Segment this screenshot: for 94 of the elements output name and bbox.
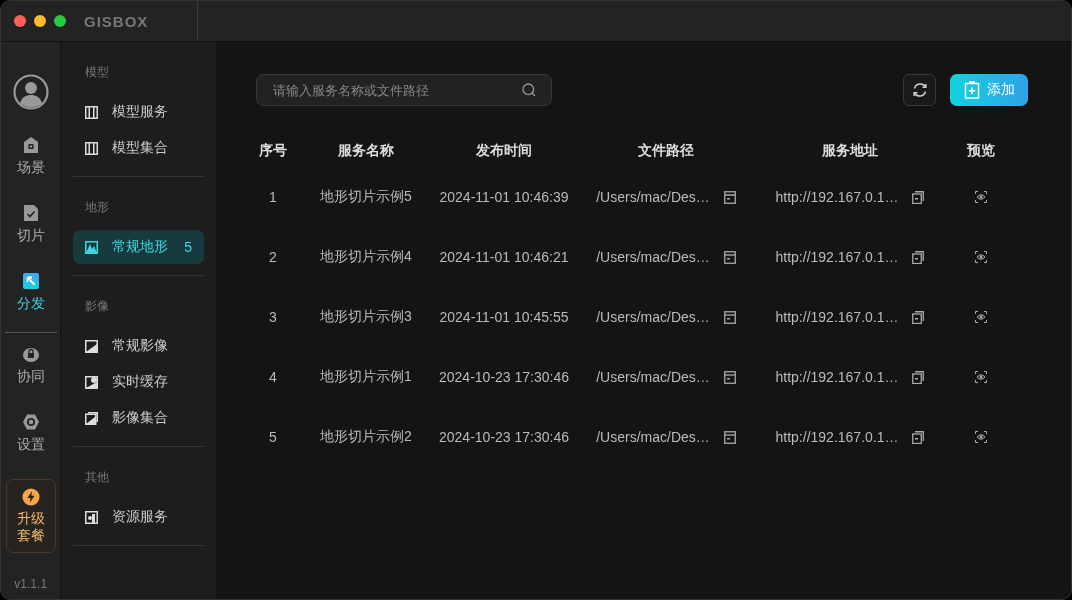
service-address: http://192.167.0.1… <box>775 429 899 445</box>
close-button[interactable] <box>14 15 26 27</box>
service-address: http://192.167.0.1… <box>775 189 899 205</box>
column-header: 文件路径 <box>637 140 695 160</box>
item-label: 常规影像 <box>112 337 170 355</box>
copy-icon[interactable] <box>912 430 925 444</box>
item-label: 模型服务 <box>112 103 170 121</box>
preview-icon[interactable] <box>975 371 987 383</box>
table-cell-text: 2 <box>268 248 278 267</box>
file-path: /Users/mac/Des… <box>596 369 710 385</box>
search-icon <box>522 83 536 97</box>
nav-item[interactable]: 切片 <box>16 204 45 264</box>
sidebar-item[interactable]: 资源服务 <box>73 500 204 534</box>
preview-icon[interactable] <box>975 431 987 443</box>
sidebar-item[interactable]: 常规地形 5 <box>73 230 204 264</box>
version-label: v1.1.1 <box>14 577 48 591</box>
table-cell-text: 3 <box>268 308 278 327</box>
item-label: 模型集合 <box>112 139 170 157</box>
resource-icon <box>85 510 99 524</box>
mountain-icon <box>85 240 99 254</box>
sidebar-item[interactable]: 影像集合 <box>73 401 204 435</box>
file-icon[interactable] <box>723 370 736 384</box>
table-cell-text: 5 <box>268 428 278 447</box>
copy-icon[interactable] <box>912 250 925 264</box>
stacked-images-icon <box>85 411 99 425</box>
copy-icon[interactable] <box>912 370 925 384</box>
preview-icon[interactable] <box>975 311 987 323</box>
section-heading: 模型 <box>84 64 111 81</box>
preview-icon[interactable] <box>975 191 987 203</box>
copy-icon[interactable] <box>912 190 925 204</box>
nav-item[interactable]: 设置 <box>16 413 45 473</box>
table-cell-text: 地形切片示例4 <box>319 247 413 266</box>
file-path: /Users/mac/Des… <box>596 309 710 325</box>
lock-icon <box>21 345 40 363</box>
arrow-tile-icon <box>21 272 40 290</box>
column-header: 预览 <box>965 140 996 160</box>
file-icon[interactable] <box>723 430 736 444</box>
table-cell-text: 地形切片示例5 <box>319 187 413 206</box>
item-label: 资源服务 <box>112 508 170 526</box>
service-address: http://192.167.0.1… <box>775 249 899 265</box>
table-cell-text: 2024-11-01 10:46:39 <box>442 188 566 207</box>
refresh-icon <box>910 81 929 99</box>
table-cell-text: 2024-11-01 10:45:55 <box>442 308 566 327</box>
column-header: 发布时间 <box>475 140 533 160</box>
item-count: 5 <box>184 239 192 255</box>
copy-icon[interactable] <box>912 310 925 324</box>
service-address: http://192.167.0.1… <box>775 369 899 385</box>
table-cell-text: 4 <box>268 368 278 387</box>
section-heading: 地形 <box>84 199 111 216</box>
app-logo: GISBOX <box>84 12 150 30</box>
file-icon[interactable] <box>723 190 736 204</box>
pillars-icon <box>85 141 99 155</box>
preview-icon[interactable] <box>975 251 987 263</box>
image-clock-icon <box>85 375 99 389</box>
upgrade-label: 升级套餐 <box>15 510 46 544</box>
file-icon[interactable] <box>723 310 736 324</box>
table-cell-text: 地形切片示例3 <box>319 307 413 326</box>
minimize-button[interactable] <box>34 15 46 27</box>
sidebar-item[interactable]: 模型集合 <box>73 131 204 165</box>
add-file-icon <box>963 81 981 99</box>
table-cell-text: 地形切片示例1 <box>319 367 413 386</box>
file-path: /Users/mac/Des… <box>596 189 710 205</box>
document-check-icon <box>21 204 40 222</box>
service-address: http://192.167.0.1… <box>775 309 899 325</box>
sidebar-item[interactable]: 实时缓存 <box>73 365 204 399</box>
search-field[interactable]: 请输入服务名称或文件路径 <box>256 74 552 106</box>
nav-item[interactable]: 分发 <box>16 272 45 332</box>
column-header: 服务地址 <box>821 140 879 160</box>
lightning-icon <box>21 488 40 506</box>
table-cell-text: 2024-11-01 10:46:21 <box>442 248 566 267</box>
refresh-button[interactable] <box>903 74 936 106</box>
sidebar-item[interactable]: 常规影像 <box>73 329 204 363</box>
column-header: 服务名称 <box>337 140 395 160</box>
section-heading: 其他 <box>84 469 111 486</box>
column-header: 序号 <box>258 140 288 160</box>
table-cell-text: 地形切片示例2 <box>319 427 413 446</box>
table-cell-text: 1 <box>268 188 278 207</box>
maximize-button[interactable] <box>54 15 66 27</box>
section-heading: 影像 <box>84 298 111 315</box>
item-label: 影像集合 <box>112 409 170 427</box>
file-icon[interactable] <box>723 250 736 264</box>
item-label: 实时缓存 <box>112 373 170 391</box>
file-path: /Users/mac/Des… <box>596 429 710 445</box>
sidebar-item[interactable]: 模型服务 <box>73 95 204 129</box>
item-label: 常规地形 <box>112 238 170 256</box>
upgrade-card[interactable]: 升级套餐 <box>5 479 56 553</box>
pillars-icon <box>85 105 99 119</box>
nav-item[interactable]: 场景 <box>16 136 45 196</box>
nav-item[interactable]: 协同 <box>16 345 45 405</box>
avatar-icon[interactable] <box>12 74 49 110</box>
hexagon-icon <box>21 413 40 431</box>
image-icon <box>85 339 99 353</box>
house-icon <box>21 136 40 154</box>
file-path: /Users/mac/Des… <box>596 249 710 265</box>
